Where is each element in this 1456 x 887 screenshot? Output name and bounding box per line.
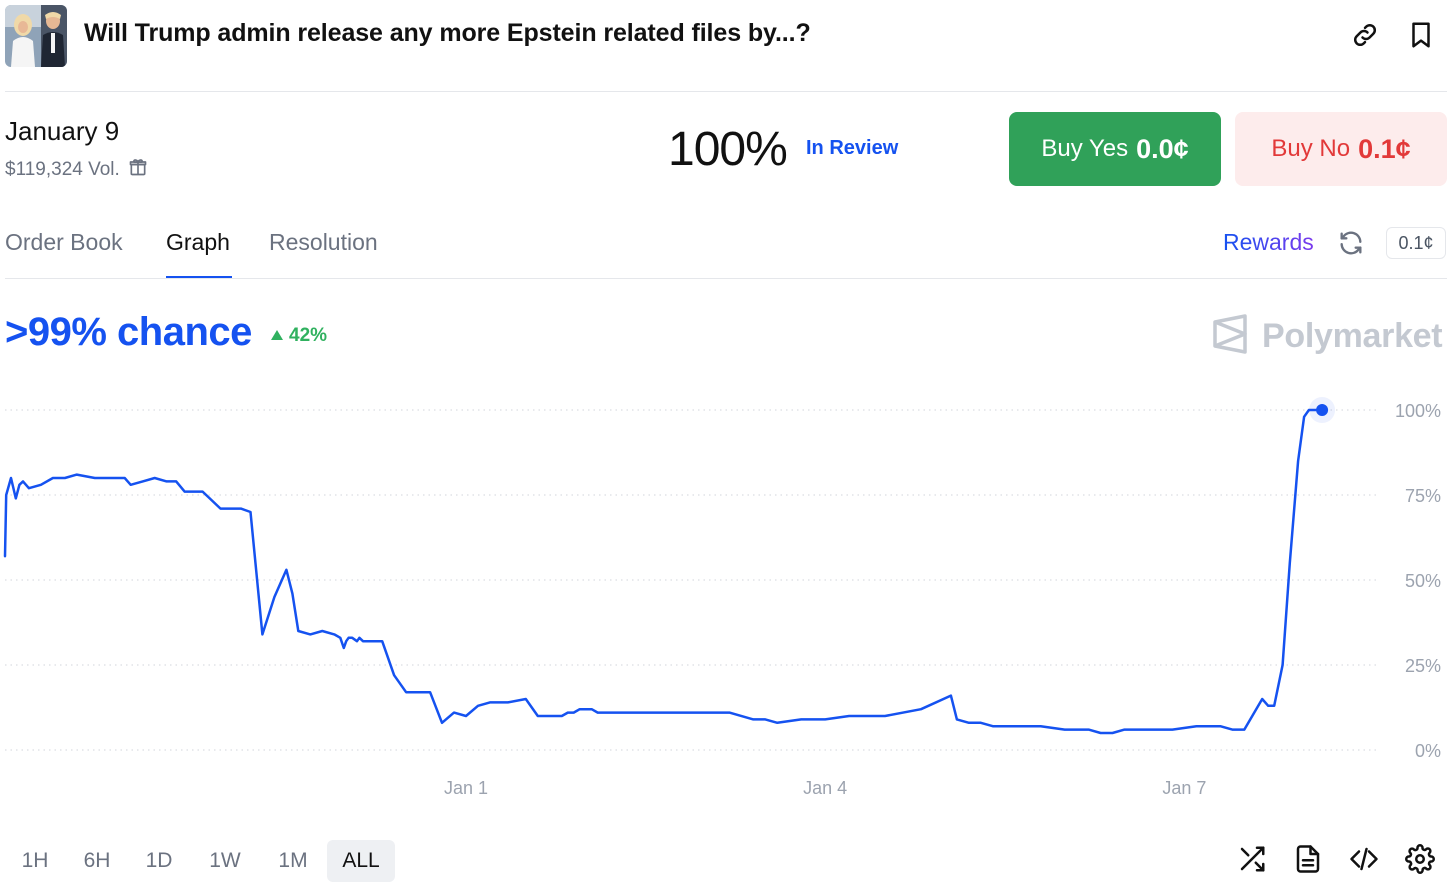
status-badge: In Review	[806, 137, 899, 159]
range-1m-button[interactable]: 1M	[268, 840, 318, 882]
range-1w-button[interactable]: 1W	[201, 840, 249, 882]
series-line	[3, 408, 1324, 735]
header: Will Trump admin release any more Epstei…	[0, 0, 1456, 92]
tab-order-book[interactable]: Order Book	[5, 229, 123, 256]
y-tick-label: 25%	[1405, 656, 1441, 676]
gift-icon[interactable]	[128, 157, 148, 183]
volume: $119,324 Vol.	[5, 157, 148, 183]
y-tick-label: 50%	[1405, 571, 1441, 591]
rewards-chip[interactable]: 0.1¢	[1386, 227, 1446, 259]
range-1d-button[interactable]: 1D	[136, 840, 182, 882]
rewards-link[interactable]: Rewards	[1223, 229, 1314, 256]
refresh-icon[interactable]	[1337, 229, 1365, 257]
market-title: Will Trump admin release any more Epstei…	[84, 19, 811, 47]
buy-no-button[interactable]: Buy No 0.1¢	[1235, 112, 1447, 186]
price-chart[interactable]: 0% 25% 50% 75% 100% Jan 1 Jan 4 Jan 7	[0, 380, 1456, 810]
tab-graph[interactable]: Graph	[166, 229, 230, 256]
range-1h-button[interactable]: 1H	[12, 840, 58, 882]
change-value: 42%	[289, 325, 328, 346]
market-thumbnail	[5, 5, 67, 67]
outcome-date: January 9	[5, 116, 120, 146]
document-icon[interactable]	[1293, 844, 1325, 876]
y-tick-label: 0%	[1415, 741, 1441, 761]
buy-no-price: 0.1¢	[1358, 133, 1411, 164]
tab-resolution[interactable]: Resolution	[269, 229, 378, 256]
buy-yes-button[interactable]: Buy Yes 0.0¢	[1009, 112, 1221, 186]
outcome-percent: 100%	[668, 123, 788, 176]
x-tick-label: Jan 1	[444, 778, 488, 798]
change-badge: 42%	[270, 325, 327, 347]
y-tick-label: 75%	[1405, 486, 1441, 506]
link-icon[interactable]	[1350, 20, 1380, 50]
polymarket-logo-icon	[1212, 314, 1248, 359]
buy-yes-label: Buy Yes	[1041, 135, 1129, 162]
settings-icon[interactable]	[1405, 844, 1437, 876]
buy-yes-price: 0.0¢	[1136, 133, 1189, 164]
code-icon[interactable]	[1349, 844, 1381, 876]
header-divider	[5, 91, 1447, 92]
y-tick-label: 100%	[1395, 401, 1441, 421]
range-6h-button[interactable]: 6H	[74, 840, 120, 882]
buy-no-label: Buy No	[1271, 135, 1351, 162]
x-tick-label: Jan 4	[803, 778, 847, 798]
tabs-divider	[5, 278, 1447, 279]
polymarket-brand-text: Polymarket	[1262, 317, 1443, 355]
volume-text: $119,324 Vol.	[5, 159, 120, 180]
polymarket-watermark: Polymarket	[1212, 314, 1443, 359]
x-tick-label: Jan 7	[1162, 778, 1206, 798]
bookmark-icon[interactable]	[1406, 20, 1436, 50]
shuffle-icon[interactable]	[1237, 844, 1269, 876]
range-all-button[interactable]: ALL	[327, 840, 395, 882]
triangle-up-icon	[270, 325, 284, 347]
chance-label: >99% chance	[5, 310, 252, 354]
end-point-marker	[1316, 404, 1329, 416]
